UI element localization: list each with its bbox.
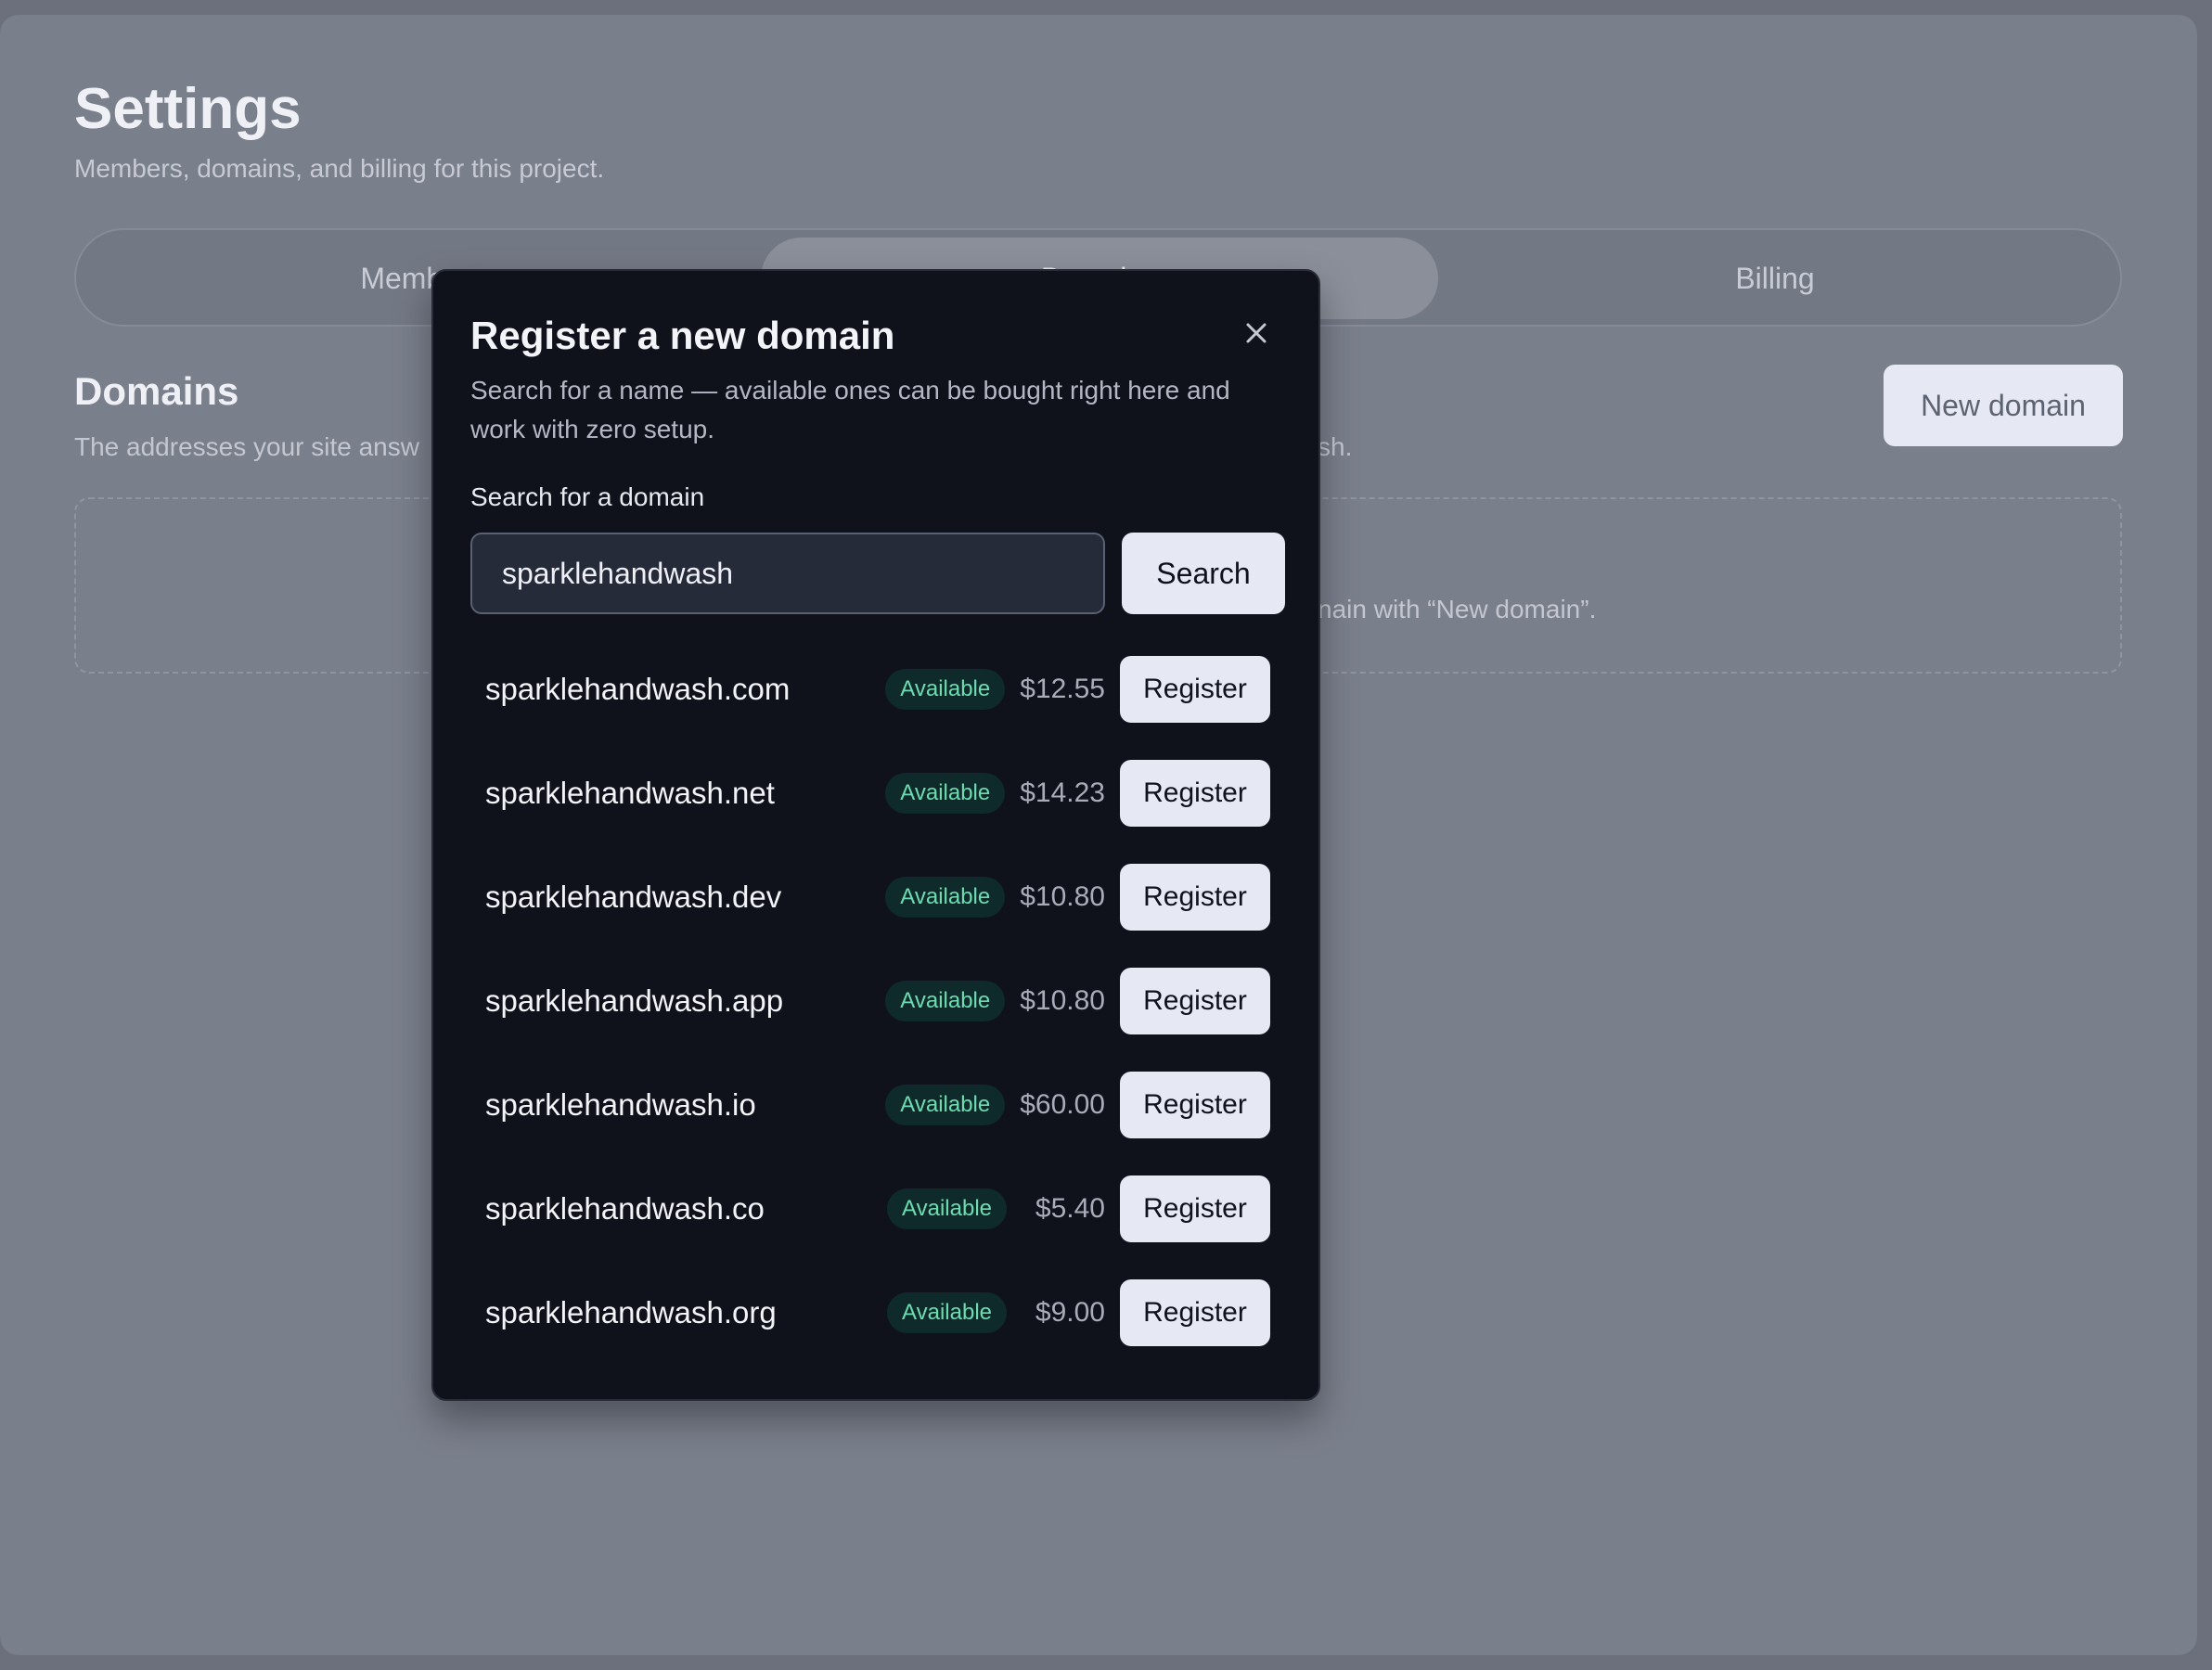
register-button[interactable]: Register [1120, 760, 1270, 827]
result-row: sparklehandwash.app Available $10.80 Reg… [470, 968, 1285, 1034]
register-button[interactable]: Register [1120, 1175, 1270, 1242]
page-subtitle: Members, domains, and billing for this p… [74, 154, 605, 183]
modal-title: Register a new domain [470, 314, 895, 357]
modal-description: Search for a name — available ones can b… [470, 376, 1230, 443]
register-button[interactable]: Register [1120, 1072, 1270, 1138]
domains-heading: Domains [74, 369, 239, 413]
domain-name: sparklehandwash.app [485, 983, 784, 1018]
status-badge: Available [887, 1292, 1007, 1333]
domains-description-tail: sh. [1318, 432, 1353, 461]
page-title: Settings [74, 77, 302, 141]
tab-billing[interactable]: Billing [1436, 238, 2114, 319]
domain-name: sparklehandwash.io [485, 1087, 756, 1122]
result-row: sparklehandwash.dev Available $10.80 Reg… [470, 864, 1285, 931]
domain-price: $5.40 [1035, 1193, 1105, 1224]
status-badge: Available [885, 669, 1006, 710]
domain-price: $12.55 [1020, 674, 1105, 704]
search-label: Search for a domain [470, 482, 705, 511]
domain-price: $9.00 [1035, 1297, 1105, 1328]
status-badge: Available [885, 773, 1006, 814]
domain-price: $60.00 [1020, 1089, 1105, 1120]
domains-description: The addresses your site answ [74, 432, 419, 461]
register-domain-modal: Register a new domain Search for a name … [431, 269, 1320, 1401]
domain-price: $10.80 [1020, 985, 1105, 1016]
new-domain-button[interactable]: New domain [1884, 365, 2123, 446]
domain-name: sparklehandwash.co [485, 1191, 765, 1226]
result-row: sparklehandwash.com Available $12.55 Reg… [470, 656, 1285, 723]
result-row: sparklehandwash.org Available $9.00 Regi… [470, 1279, 1285, 1346]
register-button[interactable]: Register [1120, 968, 1270, 1034]
status-badge: Available [885, 877, 1006, 918]
domain-name: sparklehandwash.org [485, 1295, 777, 1330]
empty-state-text: nain with “New domain”. [1318, 595, 1597, 623]
register-button[interactable]: Register [1120, 656, 1270, 723]
status-badge: Available [885, 1085, 1006, 1125]
domain-price: $10.80 [1020, 881, 1105, 912]
close-icon[interactable] [1241, 317, 1272, 349]
domain-name: sparklehandwash.net [485, 776, 775, 810]
status-badge: Available [885, 981, 1006, 1021]
search-button[interactable]: Search [1122, 533, 1285, 614]
domain-search-input[interactable] [470, 533, 1105, 614]
domain-name: sparklehandwash.dev [485, 880, 782, 914]
result-row: sparklehandwash.net Available $14.23 Reg… [470, 760, 1285, 827]
domain-price: $14.23 [1020, 777, 1105, 808]
register-button[interactable]: Register [1120, 864, 1270, 931]
status-badge: Available [887, 1188, 1007, 1229]
result-row: sparklehandwash.io Available $60.00 Regi… [470, 1072, 1285, 1138]
domain-name: sparklehandwash.com [485, 672, 791, 706]
result-row: sparklehandwash.co Available $5.40 Regis… [470, 1175, 1285, 1242]
register-button[interactable]: Register [1120, 1279, 1270, 1346]
